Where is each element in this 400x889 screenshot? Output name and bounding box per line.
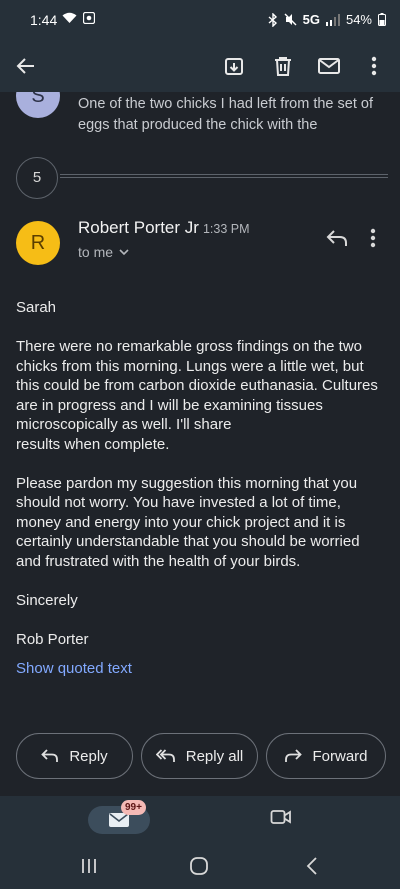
- reply-all-icon: [155, 749, 175, 762]
- message-actions: Reply Reply all Forward: [16, 733, 386, 779]
- wifi-icon: [62, 12, 77, 23]
- reply-icon[interactable]: [326, 228, 350, 252]
- greeting: Sarah: [16, 299, 57, 316]
- reply-label: Reply: [69, 747, 108, 765]
- meet-tab[interactable]: [270, 808, 294, 832]
- previous-message[interactable]: S One of the two chicks I had left from …: [0, 92, 400, 152]
- network-type: 5G: [302, 12, 320, 27]
- signature: Rob Porter: [16, 630, 89, 648]
- bluetooth-icon: [268, 12, 277, 27]
- collapsed-messages-count[interactable]: 5: [16, 157, 58, 199]
- status-left-icons: [62, 12, 95, 24]
- message-more-icon[interactable]: [370, 228, 386, 252]
- message-header: R Robert Porter Jr 1:33 PM to me: [0, 212, 400, 272]
- battery-percent: 54%: [345, 12, 372, 27]
- collapsed-messages-divider: [60, 174, 388, 178]
- sender-line: Robert Porter Jr 1:33 PM: [78, 218, 250, 238]
- app-notification-icon: [83, 12, 95, 24]
- avatar: S: [16, 92, 60, 118]
- archive-icon[interactable]: [220, 52, 248, 80]
- more-vert-icon[interactable]: [360, 52, 388, 80]
- chevron-down-icon: [119, 248, 129, 255]
- avatar[interactable]: R: [16, 221, 60, 265]
- unread-count-badge: 99+: [121, 800, 146, 815]
- bottom-navigation: 99+: [0, 796, 400, 844]
- show-quoted-text-link[interactable]: Show quoted text: [16, 660, 132, 677]
- reply-all-label: Reply all: [185, 747, 244, 765]
- reply-icon: [41, 749, 59, 762]
- status-right-icons: 5G 54%: [268, 12, 386, 27]
- back-nav-icon[interactable]: [300, 854, 324, 878]
- message-thread: S One of the two chicks I had left from …: [0, 92, 400, 796]
- recipient-label: to me: [78, 244, 114, 260]
- message-snippet: One of the two chicks I had left from th…: [78, 96, 373, 133]
- signal-icon: [325, 13, 340, 26]
- forward-icon: [285, 749, 303, 762]
- forward-label: Forward: [312, 747, 368, 765]
- back-arrow-icon[interactable]: [12, 52, 40, 80]
- delete-icon[interactable]: [269, 52, 297, 80]
- status-bar: 1:44 5G 54%: [0, 0, 400, 40]
- body-paragraph: There were no remarkable gross findings …: [16, 338, 378, 453]
- closing: Sincerely: [16, 591, 78, 609]
- mute-icon: [284, 13, 297, 26]
- reply-button[interactable]: Reply: [16, 733, 133, 779]
- body-paragraph: Please pardon my suggestion this morning…: [16, 474, 360, 570]
- recipient-details[interactable]: to me: [78, 244, 129, 260]
- home-icon[interactable]: [187, 854, 211, 878]
- sender-name: Robert Porter Jr: [78, 218, 199, 237]
- forward-button[interactable]: Forward: [266, 733, 386, 779]
- message-time: 1:33 PM: [202, 222, 250, 236]
- battery-icon: [378, 13, 386, 26]
- system-navigation-bar: [0, 844, 400, 889]
- reply-all-button[interactable]: Reply all: [141, 733, 258, 779]
- recent-apps-icon[interactable]: [77, 854, 101, 878]
- mark-unread-icon[interactable]: [315, 52, 343, 80]
- app-bar: [0, 40, 400, 92]
- video-camera-icon: [270, 810, 291, 824]
- clock-time: 1:44: [30, 12, 58, 28]
- message-body: Sarah There were no remarkable gross fin…: [16, 298, 388, 669]
